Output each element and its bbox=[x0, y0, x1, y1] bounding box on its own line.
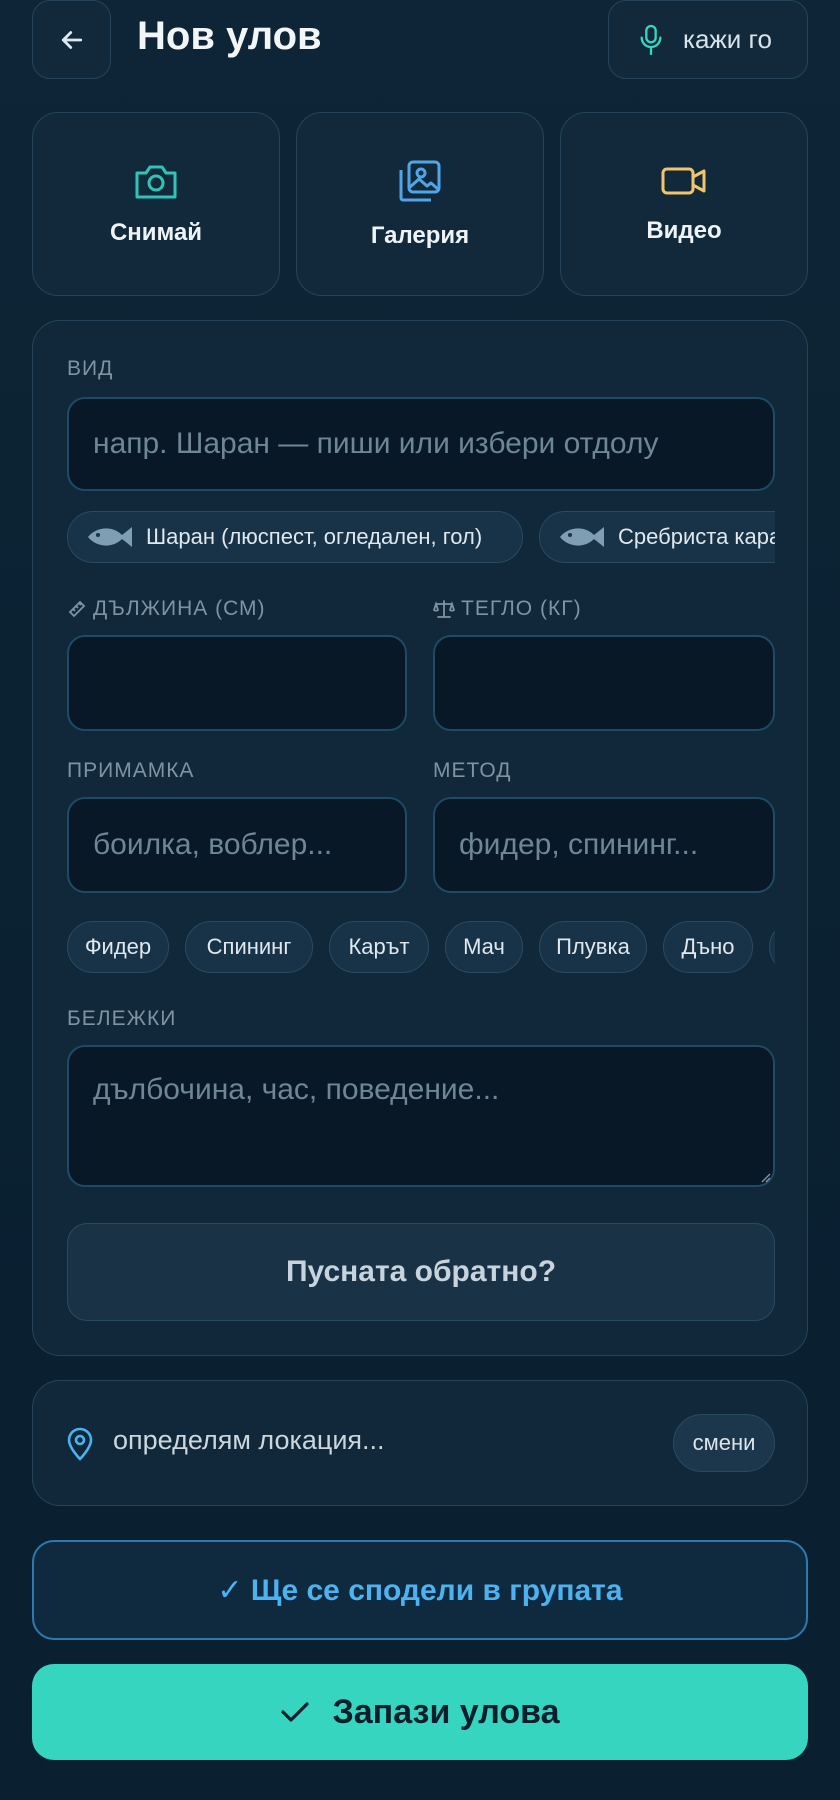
check-icon bbox=[281, 1702, 310, 1722]
video-icon bbox=[661, 167, 706, 195]
change-location-button[interactable]: смени bbox=[673, 1414, 775, 1472]
length-input[interactable] bbox=[67, 635, 407, 731]
share-with-group-button[interactable]: ✓ Ще се сподели в групата bbox=[32, 1540, 808, 1640]
video-button[interactable]: Видео bbox=[560, 112, 808, 296]
notes-label: БЕЛЕЖКИ bbox=[67, 1007, 177, 1030]
gallery-icon bbox=[399, 160, 441, 202]
method-chip[interactable]: Спининг bbox=[185, 921, 313, 973]
voice-input-button[interactable]: кажи го bbox=[608, 0, 808, 79]
method-chip[interactable]: Мач bbox=[445, 921, 523, 973]
method-chip[interactable]: Карът bbox=[329, 921, 429, 973]
gallery-button-label: Галерия bbox=[370, 222, 470, 249]
map-pin-icon bbox=[67, 1427, 93, 1461]
species-chip-label: Сребриста каракуда bbox=[618, 524, 775, 549]
microphone-icon bbox=[640, 24, 662, 55]
weight-input[interactable] bbox=[433, 635, 775, 731]
method-chips: Фидер Спининг Карът Мач Плувка Дъно bbox=[67, 919, 775, 975]
camera-icon bbox=[135, 165, 177, 199]
method-input[interactable]: фидер, спининг... bbox=[433, 797, 775, 893]
method-chip[interactable]: Дъно bbox=[663, 921, 753, 973]
length-label: ДЪЛЖИНА (СМ) bbox=[67, 597, 266, 621]
weight-label: ТЕГЛО (КГ) bbox=[433, 597, 582, 621]
bait-label: ПРИМАМКА bbox=[67, 759, 195, 782]
species-chip[interactable]: Сребриста каракуда bbox=[539, 511, 775, 563]
page-title: Нов улов bbox=[137, 14, 322, 58]
fish-icon bbox=[560, 527, 604, 547]
resize-handle-icon[interactable] bbox=[759, 1171, 771, 1183]
scale-icon bbox=[433, 600, 455, 618]
voice-button-label: кажи го bbox=[683, 24, 772, 54]
location-card: определям локация... смени bbox=[32, 1380, 808, 1506]
media-buttons: Снимай Галерия Видео bbox=[32, 112, 808, 296]
camera-button[interactable]: Снимай bbox=[32, 112, 280, 296]
video-button-label: Видео bbox=[646, 217, 722, 244]
species-chips: Шаран (люспест, огледален, гол) Сребрист… bbox=[67, 509, 775, 565]
released-toggle[interactable]: Пусната обратно? bbox=[67, 1223, 775, 1321]
notes-textarea[interactable]: дълбочина, час, поведение... bbox=[67, 1045, 775, 1187]
camera-button-label: Снимай bbox=[109, 219, 203, 246]
method-chip[interactable]: Фидер bbox=[67, 921, 169, 973]
ruler-icon bbox=[68, 600, 86, 618]
catch-form: ВИД напр. Шаран — пиши или избери отдолу… bbox=[32, 320, 808, 1356]
fish-icon bbox=[88, 527, 132, 547]
arrow-left-icon bbox=[61, 30, 82, 49]
species-label: ВИД bbox=[67, 357, 114, 380]
save-button-label: Запази улова bbox=[332, 1692, 560, 1731]
method-chip[interactable]: Плувка bbox=[539, 921, 647, 973]
bait-input[interactable]: боилка, воблер... bbox=[67, 797, 407, 893]
save-catch-button[interactable]: Запази улова bbox=[32, 1664, 808, 1760]
method-label: МЕТОД bbox=[433, 759, 512, 782]
gallery-button[interactable]: Галерия bbox=[296, 112, 544, 296]
location-status: определям локация... bbox=[113, 1425, 385, 1455]
header: Нов улов кажи го bbox=[32, 0, 808, 80]
species-chip[interactable]: Шаран (люспест, огледален, гол) bbox=[67, 511, 523, 563]
method-chip-overflow[interactable] bbox=[769, 921, 775, 973]
species-input[interactable]: напр. Шаран — пиши или избери отдолу bbox=[67, 397, 775, 491]
species-chip-label: Шаран (люспест, огледален, гол) bbox=[146, 524, 483, 549]
back-button[interactable] bbox=[32, 0, 111, 79]
